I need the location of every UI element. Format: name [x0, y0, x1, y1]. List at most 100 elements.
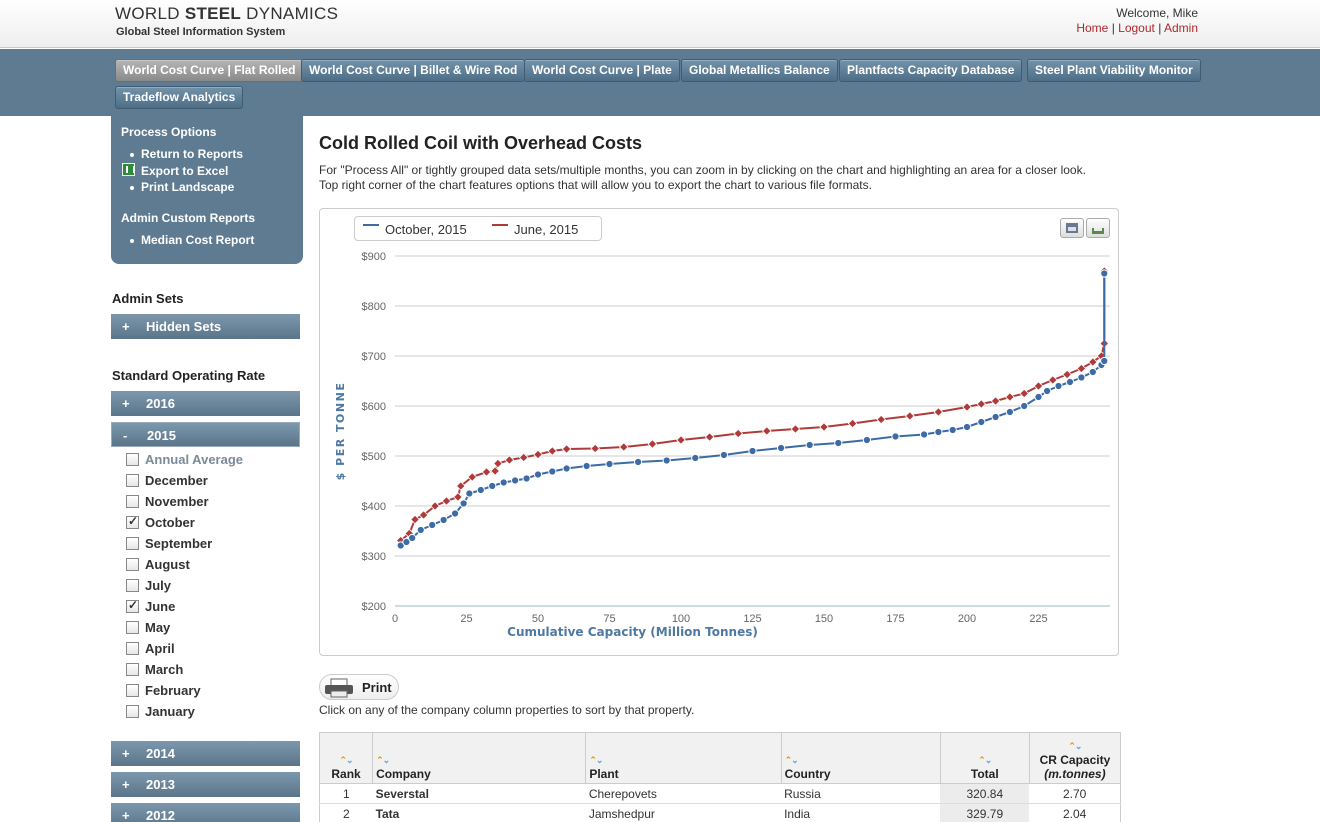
plant-column-header[interactable]: ⌃⌄ Plant — [585, 732, 782, 784]
chart-canvas[interactable]: $200 $300 $400 $500 $600 $700 $800 $900 0 25 50 75 1… — [320, 209, 1120, 657]
bullet-icon — [130, 153, 134, 157]
data-point-june — [733, 428, 744, 439]
year-2012-toggle[interactable]: + 2012 — [111, 803, 300, 822]
sort-icon[interactable]: ⌃⌄ — [376, 755, 582, 765]
hidden-sets-toggle[interactable]: + Hidden Sets — [111, 314, 300, 339]
month-label: November — [145, 494, 209, 509]
data-point-october — [777, 443, 786, 453]
download-chart-icon[interactable] — [1086, 218, 1110, 238]
month-label: September — [145, 536, 213, 551]
data-point-june — [518, 452, 529, 463]
tab-world-cost-curve-billet[interactable]: World Cost Curve | Billet & Wire Rod — [301, 59, 526, 82]
data-point-june — [504, 455, 515, 465]
country-cell: Russia — [781, 783, 941, 804]
tab-tradeflow-analytics[interactable]: Tradeflow Analytics — [115, 86, 244, 109]
tab-global-metallics-balance[interactable]: Global Metallics Balance — [681, 59, 838, 82]
sort-hint: Click on any of the company column prope… — [319, 703, 695, 717]
x-tick-label: 75 — [603, 613, 615, 625]
export-to-excel-link[interactable]: Export to Excel — [141, 164, 228, 178]
month-checkbox[interactable] — [126, 705, 139, 718]
print-chart-icon[interactable] — [1060, 218, 1084, 238]
month-label: Annual Average — [145, 452, 244, 467]
printer-icon — [325, 678, 353, 698]
month-label: June — [145, 599, 176, 614]
year-label: 2015 — [147, 428, 176, 443]
month-checkbox[interactable] — [126, 558, 139, 571]
total-column-header[interactable]: ⌃⌄ Total — [939, 732, 1030, 784]
data-point-october — [805, 440, 814, 450]
month-checkbox[interactable] — [126, 579, 139, 592]
month-checkbox[interactable] — [126, 598, 139, 613]
y-tick-label: $600 — [362, 401, 386, 413]
month-checkbox[interactable] — [126, 474, 139, 487]
tab-plantfacts-capacity-database[interactable]: Plantfacts Capacity Database — [839, 59, 1023, 82]
year-2013-toggle[interactable]: + 2013 — [111, 772, 300, 797]
tab-world-cost-curve-plate[interactable]: World Cost Curve | Plate — [524, 59, 680, 82]
print-label: Print — [362, 680, 392, 695]
expand-icon: + — [122, 746, 130, 761]
tab-world-cost-curve-flat-rolled[interactable]: World Cost Curve | Flat Rolled — [115, 59, 304, 82]
sort-icon[interactable]: ⌃⌄ — [944, 755, 1026, 765]
month-checkbox[interactable] — [126, 684, 139, 697]
data-point-june — [441, 496, 452, 506]
month-label: March — [145, 662, 184, 677]
data-point-october — [450, 509, 460, 518]
chart-legend: October, 2015 June, 2015 — [354, 216, 602, 241]
month-label: February — [145, 683, 201, 698]
sort-icon[interactable]: ⌃⌄ — [589, 755, 777, 765]
data-point-october — [511, 476, 520, 485]
median-cost-report-link[interactable]: Median Cost Report — [141, 233, 254, 247]
cost-curve-chart[interactable]: $200 $300 $400 $500 $600 $700 $800 $900 0 25 50 75 1… — [319, 208, 1119, 656]
return-to-reports-link[interactable]: Return to Reports — [141, 147, 243, 161]
sort-icon[interactable]: ⌃⌄ — [1033, 741, 1117, 751]
month-label: October — [145, 515, 195, 530]
company-column-header[interactable]: ⌃⌄ Company — [372, 732, 587, 784]
data-point-june — [962, 402, 972, 412]
year-label: 2013 — [146, 777, 175, 792]
month-checkbox[interactable] — [126, 537, 139, 550]
month-checkbox[interactable] — [126, 621, 139, 634]
tab-steel-plant-viability-monitor[interactable]: Steel Plant Viability Monitor — [1027, 59, 1201, 82]
site-subtitle: Global Steel Information System — [116, 26, 286, 38]
print-button[interactable]: Print — [319, 674, 399, 700]
legend-item-october[interactable]: October, 2015 — [385, 222, 467, 237]
month-checkbox[interactable] — [126, 642, 139, 655]
print-landscape-link[interactable]: Print Landscape — [141, 180, 234, 194]
month-checkbox[interactable] — [126, 663, 139, 676]
data-point-october — [408, 533, 417, 543]
data-point-october — [920, 430, 929, 439]
site-logo[interactable]: WORLD STEEL DYNAMICS — [115, 4, 338, 24]
data-point-october — [488, 481, 497, 491]
month-label: December — [145, 473, 208, 488]
excel-icon[interactable] — [122, 163, 135, 176]
data-point-october — [605, 459, 614, 469]
sort-icon[interactable]: ⌃⌄ — [785, 755, 937, 765]
month-checkbox[interactable] — [126, 514, 139, 529]
admin-custom-reports-title: Admin Custom Reports — [121, 211, 256, 225]
rank-column-header[interactable]: ⌃⌄ Rank — [318, 732, 374, 784]
year-2015-toggle[interactable]: - 2015 — [111, 422, 300, 447]
year-2016-toggle[interactable]: + 2016 — [111, 391, 300, 416]
legend-item-june[interactable]: June, 2015 — [514, 222, 578, 237]
month-checkbox[interactable] — [126, 495, 139, 508]
capacity-column-header[interactable]: ⌃⌄ CR Capacity (m.tonnes) — [1028, 732, 1122, 784]
data-point-june — [704, 432, 715, 442]
total-cell: 320.84 — [940, 783, 1030, 804]
home-link[interactable]: Home — [1076, 21, 1108, 35]
year-label: 2016 — [146, 396, 175, 411]
data-point-october — [1100, 269, 1109, 278]
logout-link[interactable]: Logout — [1118, 21, 1155, 35]
country-column-header[interactable]: ⌃⌄ Country — [780, 732, 941, 784]
process-options-title: Process Options — [121, 125, 217, 139]
chart-instructions: For "Process All" or tightly grouped dat… — [319, 163, 1086, 177]
x-tick-label: 0 — [392, 613, 398, 625]
admin-link[interactable]: Admin — [1164, 21, 1198, 35]
sort-icon[interactable]: ⌃⌄ — [323, 755, 369, 765]
year-2014-toggle[interactable]: + 2014 — [111, 741, 300, 766]
data-point-october — [1077, 373, 1086, 382]
data-point-june — [1005, 392, 1015, 402]
expand-icon: + — [122, 396, 130, 411]
month-checkbox[interactable] — [126, 453, 139, 466]
data-point-june — [976, 399, 987, 409]
data-point-june — [618, 442, 629, 452]
